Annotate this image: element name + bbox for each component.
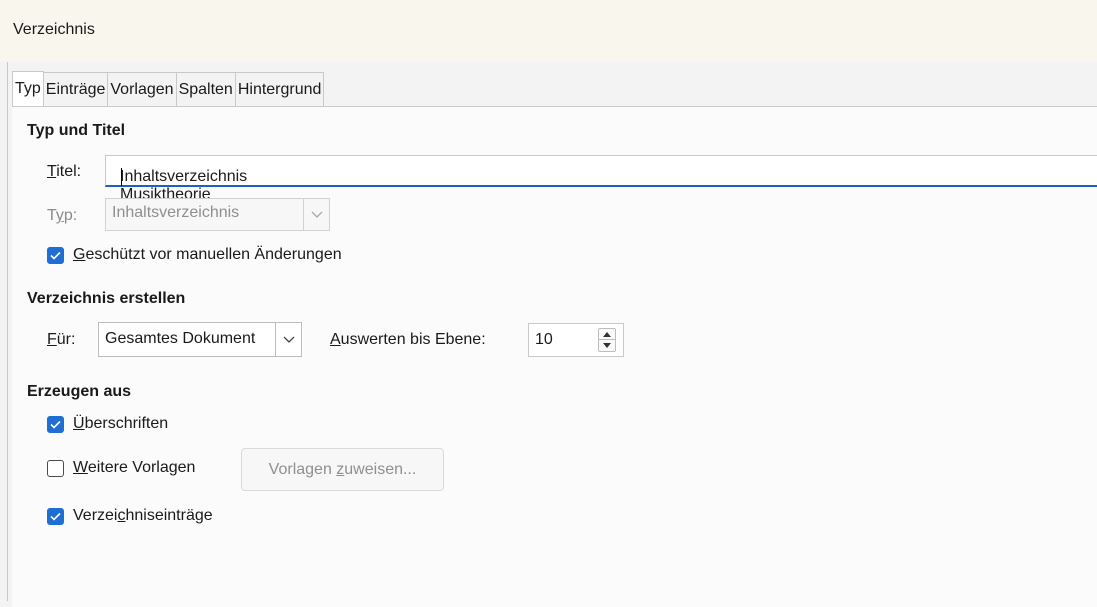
dialog-left-border	[7, 62, 8, 601]
type-combobox-value: Inhaltsverzeichnis	[112, 204, 240, 221]
protected-label[interactable]: Geschützt vor manuellen Änderungen	[73, 246, 342, 264]
section-heading-generate: Erzeugen aus	[27, 383, 132, 400]
text-caret	[121, 168, 122, 186]
dialog-title: Verzeichnis	[13, 21, 95, 38]
more-styles-checkbox[interactable]	[47, 460, 64, 477]
level-spinbox-buttons[interactable]	[598, 328, 616, 352]
chevron-down-icon	[275, 323, 301, 356]
tab-hintergrund[interactable]: Hintergrund	[235, 72, 325, 106]
protected-checkbox[interactable]	[47, 247, 64, 264]
level-label: Auswerten bis Ebene:	[330, 331, 486, 348]
tab-typ[interactable]: Typ	[12, 71, 44, 107]
level-spinbox[interactable]: 10	[528, 323, 624, 357]
title-label: Titel:	[47, 163, 82, 180]
section-heading-create: Verzeichnis erstellen	[27, 290, 186, 307]
type-combobox: Inhaltsverzeichnis	[105, 198, 330, 231]
checkmark-icon	[50, 251, 61, 260]
checkmark-icon	[50, 420, 61, 429]
headings-label[interactable]: Überschriften	[73, 415, 168, 433]
headings-checkbox[interactable]	[47, 416, 64, 433]
type-label: Typ:	[47, 207, 78, 224]
section-heading-type-title: Typ und Titel	[27, 122, 126, 139]
tab-bar: Typ Einträge Vorlagen Spalten Hintergrun…	[12, 71, 325, 107]
index-marks-checkbox[interactable]	[47, 508, 64, 525]
tab-eintraege[interactable]: Einträge	[43, 72, 109, 106]
for-label: Für:	[47, 331, 76, 348]
for-combobox-value: Gesamtes Dokument	[105, 330, 256, 347]
tab-vorlagen[interactable]: Vorlagen	[108, 72, 177, 106]
dialog-titlebar: Verzeichnis	[0, 0, 1097, 62]
spin-up-icon[interactable]	[599, 329, 615, 340]
index-marks-label[interactable]: Verzeichniseinträge	[73, 507, 213, 525]
assign-styles-button: Vorlagen zuweisen...	[241, 448, 444, 491]
for-combobox[interactable]: Gesamtes Dokument	[98, 322, 302, 357]
title-input[interactable]: Inhaltsverzeichnis Musiktheorie	[105, 155, 1097, 203]
level-spinbox-value: 10	[535, 331, 553, 348]
checkmark-icon	[50, 512, 61, 521]
more-styles-label[interactable]: Weitere Vorlagen	[73, 459, 195, 477]
spin-down-icon[interactable]	[599, 340, 615, 351]
chevron-down-icon	[303, 199, 329, 230]
tab-spalten[interactable]: Spalten	[176, 72, 236, 106]
